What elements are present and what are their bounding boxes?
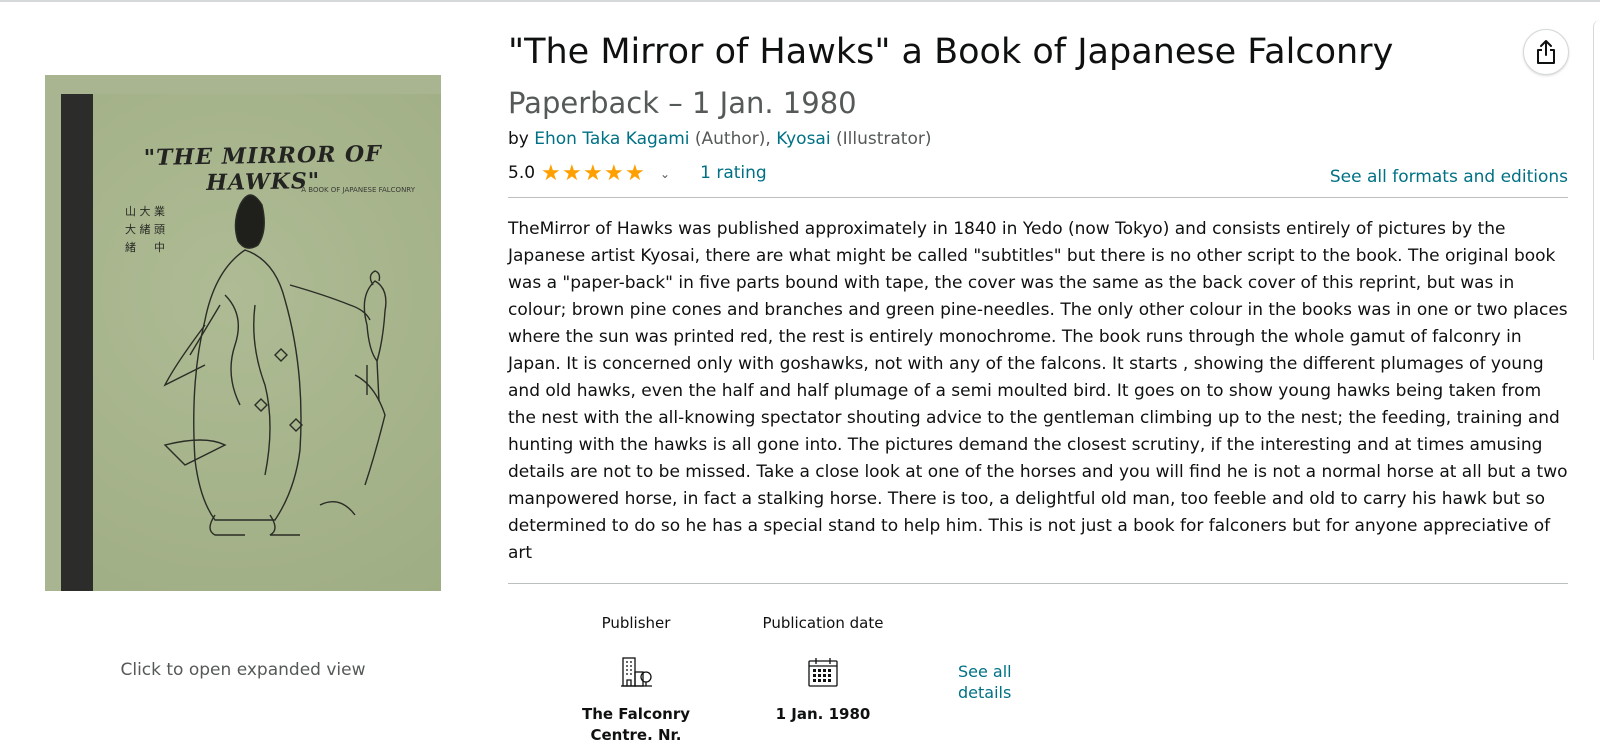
side-panel-edge [1593,20,1600,360]
illustrator-role: (Illustrator) [835,129,932,149]
byline-prefix: by [508,129,529,149]
cover-spine [61,94,93,591]
star-icon: ★ [583,160,603,186]
svg-text:緒 中: 緒 中 [125,240,165,254]
star-icon: ★ [541,160,561,186]
edition-format: Paperback – 1 Jan. 1980 [508,86,857,120]
svg-text:大 緒 頭: 大 緒 頭 [125,222,165,236]
author-link[interactable]: Ehon Taka Kagami [534,129,689,149]
publication-date-label: Publication date [762,614,884,632]
illustrator-link[interactable]: Kyosai [776,129,830,149]
star-icon: ★ [562,160,582,186]
detail-publication-date: Publication date 1 Jan. 1980 [748,614,898,725]
top-border [0,0,1600,2]
share-icon [1537,40,1555,64]
star-icon: ★ [604,160,624,186]
publication-date-value: 1 Jan. 1980 [775,705,871,723]
rating-row: 5.0 ★ ★ ★ ★ ★ ⌄ 1 rating [508,162,767,184]
product-title: "The Mirror of Hawks" a Book of Japanese… [508,32,1394,72]
star-rating[interactable]: ★ ★ ★ ★ ★ [541,160,646,186]
author-role: (Author), [694,129,771,149]
expand-view-hint[interactable]: Click to open expanded view [45,660,441,680]
see-all-details-link[interactable]: See all details [958,661,1038,703]
publisher-value: The Falconry Centre, Nr. [582,705,690,740]
building-icon [621,657,652,687]
cover-illustration: 山 大 業 大 緒 頭 緒 中 [125,194,387,536]
star-icon: ★ [625,160,645,186]
see-all-formats-link[interactable]: See all formats and editions [1330,167,1568,187]
detail-publisher: Publisher The Falconry Centre, Nr. [561,614,711,740]
share-button[interactable] [1523,29,1569,75]
product-description: TheMirror of Hawks was published approxi… [508,219,1568,563]
divider-bottom [508,583,1568,584]
book-cover-image[interactable]: "THE MIRROR OF HAWKS" A BOOK OF JAPANESE… [45,75,441,591]
chevron-down-icon[interactable]: ⌄ [660,167,670,181]
rating-value: 5.0 [508,163,536,183]
rating-count-link[interactable]: 1 rating [700,163,767,183]
divider-top [508,197,1568,198]
calendar-icon [808,658,838,687]
publisher-label: Publisher [601,614,671,632]
svg-text:山 大 業: 山 大 業 [125,204,165,218]
byline: by Ehon Taka Kagami (Author), Kyosai (Il… [508,129,931,149]
